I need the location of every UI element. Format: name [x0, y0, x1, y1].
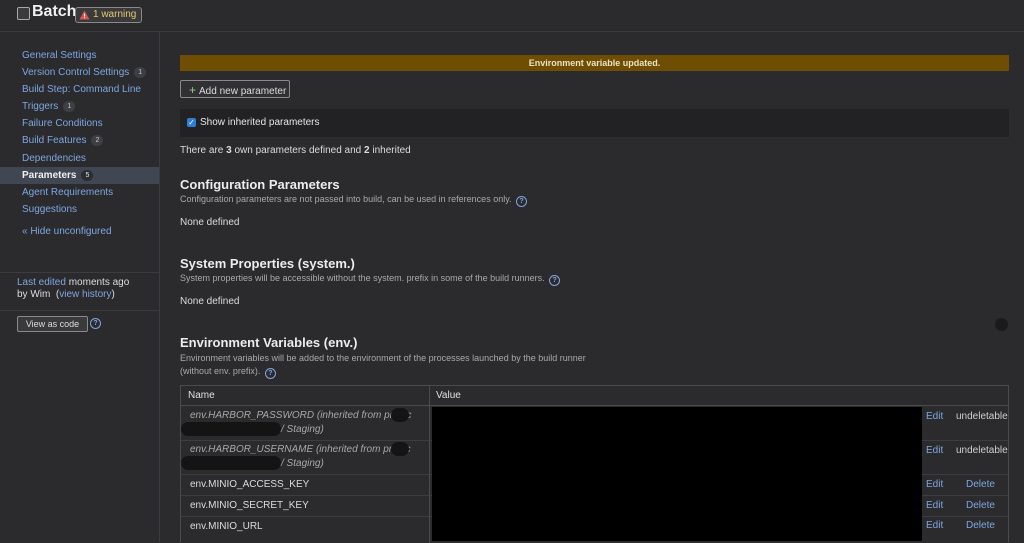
system-section-desc: System properties will be accessible wit… [180, 272, 561, 286]
env-row-name: env.HARBOR_USERNAME (inherited from proj… [190, 444, 411, 455]
env-row-name: env.MINIO_SECRET_KEY [190, 500, 309, 511]
delete-link[interactable]: Delete [966, 520, 995, 531]
env-desc-line1: Environment variables will be added to t… [180, 353, 586, 363]
delete-link[interactable]: Delete [966, 479, 995, 490]
redaction-blob [181, 456, 281, 470]
sidebar-item-build-step[interactable]: Build Step: Command Line [0, 81, 159, 98]
env-desc-line2: (without env. prefix). [180, 366, 261, 376]
help-icon[interactable]: ? [516, 196, 528, 207]
add-parameter-label: Add new parameter [199, 86, 287, 97]
success-message: Environment variable updated. [180, 55, 1009, 71]
env-section-desc: Environment variables will be added to t… [180, 352, 586, 379]
help-icon[interactable]: ? [549, 275, 561, 286]
redaction-dot [995, 318, 1008, 331]
column-header-value: Value [429, 386, 1008, 406]
view-history-link[interactable]: view history [59, 289, 111, 300]
sidebar-item-build-features[interactable]: Build Features 2 [0, 132, 159, 149]
edit-link[interactable]: Edit [926, 500, 943, 511]
page-title: Batch [32, 3, 77, 20]
help-icon[interactable]: ? [264, 368, 276, 379]
sidebar-item-suggestions[interactable]: Suggestions [0, 201, 159, 218]
sidebar: General Settings Version Control Setting… [0, 32, 160, 542]
add-parameter-button[interactable]: + Add new parameter [180, 80, 290, 98]
plus-icon: + [189, 83, 197, 97]
sidebar-item-failure-conditions[interactable]: Failure Conditions [0, 115, 159, 132]
count-mid: own parameters defined and [231, 145, 365, 156]
redaction-blob [391, 442, 409, 456]
sidebar-item-label: Dependencies [22, 153, 86, 164]
sidebar-item-label: General Settings [22, 50, 97, 61]
sidebar-item-label: Failure Conditions [22, 118, 103, 129]
sidebar-item-label: Triggers [22, 101, 59, 112]
sidebar-item-label: Parameters [22, 170, 77, 181]
last-edited-by: by Wim [17, 289, 51, 300]
count-post: inherited [369, 145, 411, 156]
config-empty-text: None defined [180, 217, 240, 228]
config-section-desc: Configuration parameters are not passed … [180, 193, 528, 207]
sidebar-item-version-control-settings[interactable]: Version Control Settings 1 [0, 64, 159, 81]
sidebar-item-count: 2 [91, 135, 104, 146]
warning-label: 1 warning [93, 9, 137, 20]
undeletable-label: undeletable [956, 445, 1008, 456]
sidebar-item-label: Build Step: Command Line [22, 84, 141, 95]
show-inherited-row: ✓ Show inherited parameters [180, 109, 1009, 137]
column-header-name: Name [181, 386, 429, 406]
delete-link[interactable]: Delete [966, 500, 995, 511]
config-desc-text: Configuration parameters are not passed … [180, 194, 512, 204]
env-row-name: env.MINIO_URL [190, 521, 263, 532]
count-pre: There are [180, 145, 227, 156]
system-empty-text: None defined [180, 296, 240, 307]
help-icon[interactable]: ? [90, 318, 101, 329]
column-divider [429, 386, 430, 543]
view-as-code-button[interactable]: View as code [17, 316, 88, 332]
show-inherited-label[interactable]: Show inherited parameters [200, 117, 320, 128]
sidebar-item-general-settings[interactable]: General Settings [0, 47, 159, 64]
sidebar-item-count: 1 [63, 101, 76, 112]
parameter-count-summary: There are 3 own parameters defined and 2… [180, 145, 411, 156]
last-edited-info: Last edited moments ago by Wim (view his… [17, 277, 157, 301]
open-paren: ( [50, 289, 60, 300]
sidebar-item-count: 1 [134, 67, 147, 78]
sidebar-item-label: Agent Requirements [22, 187, 114, 198]
sidebar-item-label: Suggestions [22, 204, 78, 215]
sidebar-item-parameters[interactable]: Parameters 5 [0, 167, 159, 184]
edit-link[interactable]: Edit [926, 445, 943, 456]
sidebar-divider [0, 310, 159, 311]
edit-link[interactable]: Edit [926, 411, 943, 422]
config-section-title: Configuration Parameters [180, 177, 340, 192]
warning-badge[interactable]: 1 warning [75, 7, 143, 23]
sidebar-item-dependencies[interactable]: Dependencies [0, 150, 159, 167]
select-checkbox[interactable] [17, 7, 30, 20]
close-paren: ) [111, 289, 115, 300]
system-section-title: System Properties (system.) [180, 256, 355, 271]
show-inherited-checkbox[interactable]: ✓ [187, 118, 196, 127]
sidebar-item-agent-requirements[interactable]: Agent Requirements [0, 184, 159, 201]
top-bar: Batch 1 warning [0, 0, 1024, 32]
edit-link[interactable]: Edit [926, 520, 943, 531]
sidebar-item-triggers[interactable]: Triggers 1 [0, 98, 159, 115]
hide-unconfigured-link[interactable]: « Hide unconfigured [22, 226, 112, 237]
env-variables-table: Name Value env.HARBOR_PASSWORD (inherite… [180, 385, 1009, 543]
env-row-name: env.HARBOR_PASSWORD (inherited from proj… [190, 410, 412, 421]
sidebar-item-label: Build Features [22, 135, 87, 146]
sidebar-item-label: Version Control Settings [22, 67, 130, 78]
value-redaction [432, 407, 922, 541]
sidebar-item-count: 5 [81, 170, 94, 181]
edit-link[interactable]: Edit [926, 479, 943, 490]
system-desc-text: System properties will be accessible wit… [180, 273, 545, 283]
last-edited-when: moments ago [65, 277, 130, 288]
redaction-blob [391, 408, 409, 422]
sidebar-divider [0, 272, 159, 273]
last-edited-link[interactable]: Last edited [17, 277, 66, 288]
undeletable-label: undeletable [956, 411, 1008, 422]
env-section-title: Environment Variables (env.) [180, 335, 358, 350]
env-row-name: env.MINIO_ACCESS_KEY [190, 479, 310, 490]
redaction-blob [181, 422, 281, 436]
warning-icon [79, 10, 90, 20]
